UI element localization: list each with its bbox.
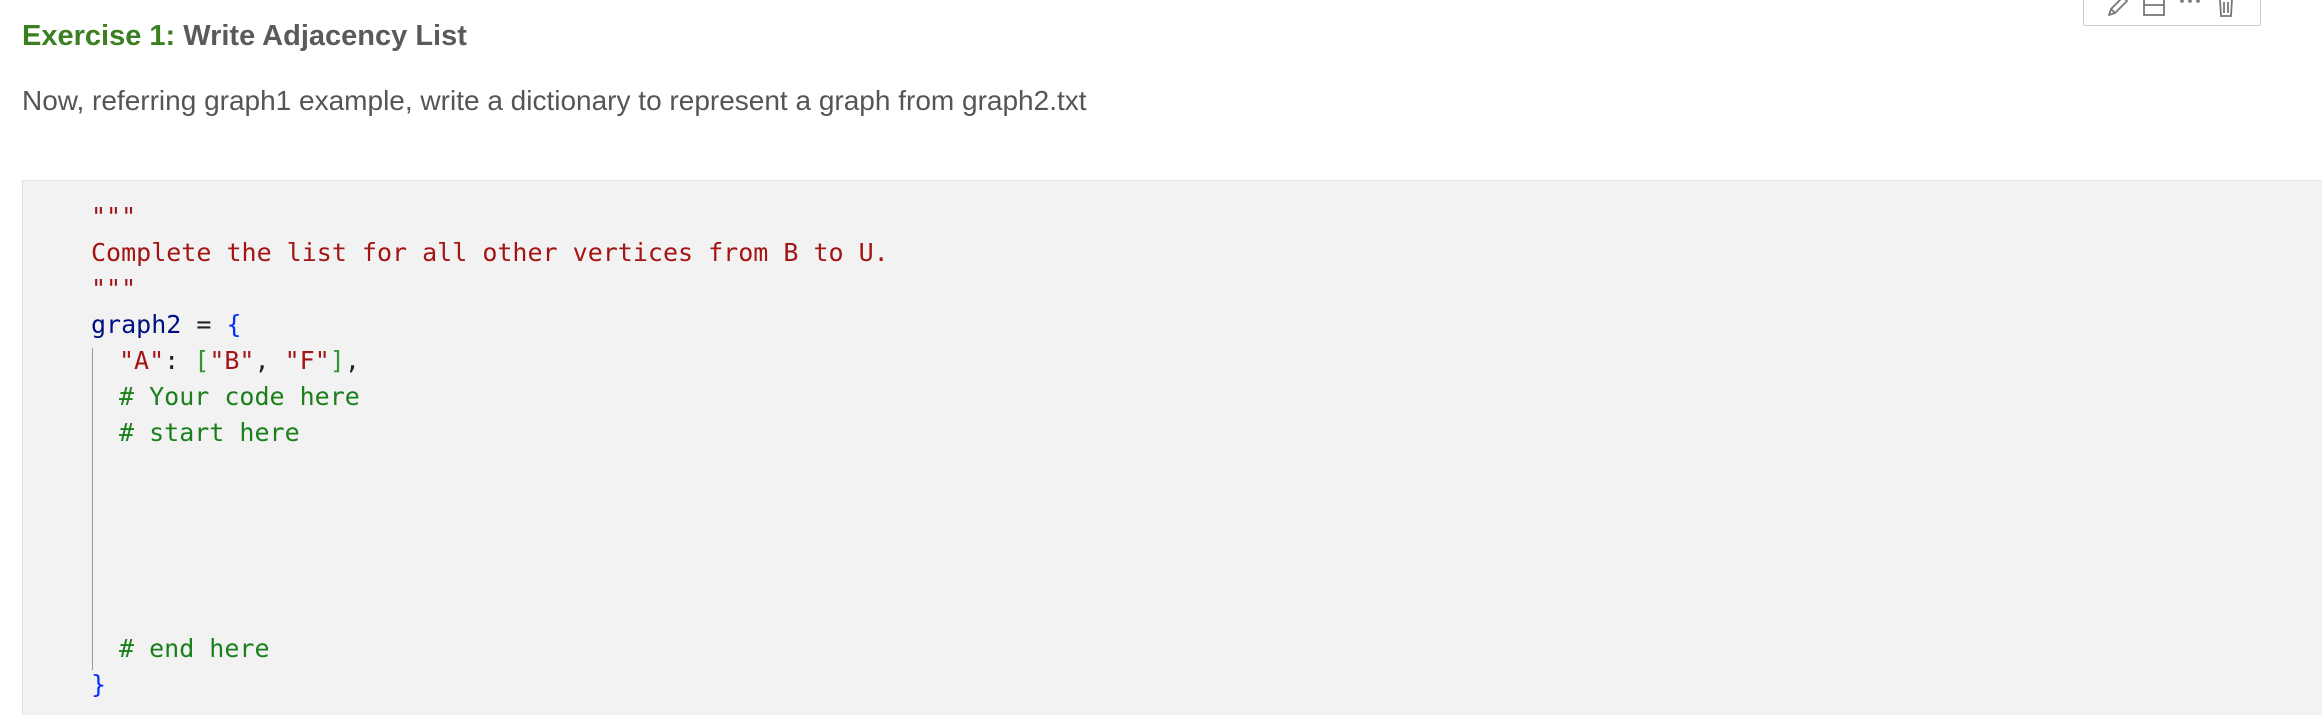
entry-comma: , bbox=[344, 346, 360, 375]
code-line-3: """ bbox=[91, 271, 136, 307]
exercise-description: Now, referring graph1 example, write a d… bbox=[22, 85, 1087, 116]
trash-icon bbox=[2219, 0, 2233, 17]
docstring-close: """ bbox=[91, 274, 137, 303]
ellipsis-icon bbox=[2180, 0, 2200, 3]
pencil-icon bbox=[2108, 0, 2128, 16]
code-line-7: # start here bbox=[119, 415, 300, 451]
list-close: ] bbox=[329, 346, 345, 375]
list-item-f: "F" bbox=[284, 346, 330, 375]
split-cell-icon bbox=[2143, 0, 2165, 16]
entry-key: "A" bbox=[119, 346, 165, 375]
comment-end: # end here bbox=[119, 634, 270, 663]
list-comma: , bbox=[254, 346, 285, 375]
code-line-2: Complete the list for all other vertices… bbox=[91, 235, 889, 271]
assign-operator: = bbox=[181, 310, 227, 339]
comment-your-code: # Your code here bbox=[119, 382, 360, 411]
exercise-heading: Exercise 1: Write Adjacency List bbox=[22, 16, 467, 56]
more-actions-button[interactable] bbox=[2176, 0, 2204, 19]
cell-toolbar bbox=[2083, 0, 2261, 26]
close-brace: } bbox=[91, 670, 107, 699]
code-line-6: # Your code here bbox=[119, 379, 360, 415]
exercise-title: Write Adjacency List bbox=[175, 20, 467, 52]
exercise-label: Exercise 1: bbox=[22, 20, 176, 52]
code-line-13: # end here bbox=[119, 631, 270, 667]
split-cell-button[interactable] bbox=[2140, 0, 2168, 19]
code-line-1: """ bbox=[91, 199, 136, 235]
edit-button[interactable] bbox=[2104, 0, 2132, 19]
code-line-4: graph2 = { bbox=[91, 307, 242, 343]
variable-graph2: graph2 bbox=[91, 310, 182, 339]
entry-colon: : bbox=[164, 346, 195, 375]
code-line-14: } bbox=[91, 667, 106, 703]
comment-start: # start here bbox=[119, 418, 300, 447]
docstring-open: """ bbox=[91, 202, 137, 231]
open-brace: { bbox=[226, 310, 242, 339]
delete-cell-button[interactable] bbox=[2212, 0, 2240, 19]
indent-guide bbox=[92, 348, 93, 670]
docstring-text: Complete the list for all other vertices… bbox=[91, 238, 889, 267]
code-cell-editor[interactable]: """ Complete the list for all other vert… bbox=[22, 180, 2322, 715]
code-line-5: "A": ["B", "F"], bbox=[119, 343, 360, 379]
list-open: [ bbox=[194, 346, 210, 375]
list-item-b: "B" bbox=[209, 346, 255, 375]
